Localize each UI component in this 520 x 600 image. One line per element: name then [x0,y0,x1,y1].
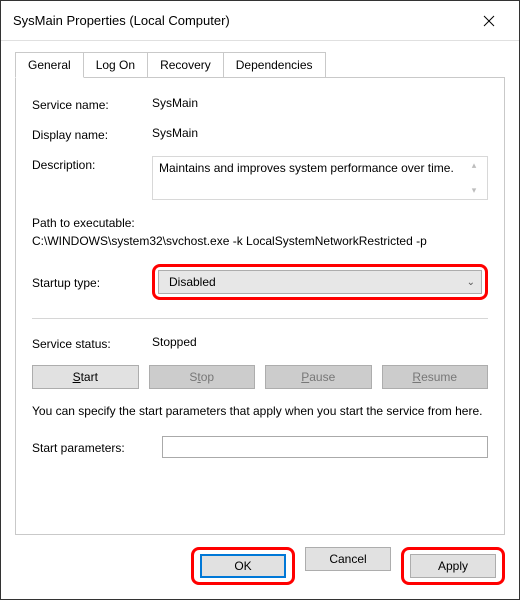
description-scrollbar[interactable]: ▴ ▾ [467,161,481,195]
scroll-up-icon: ▴ [472,161,477,170]
highlight-ok: OK [191,547,295,585]
tab-panel-general: Service name: SysMain Display name: SysM… [15,77,505,535]
close-button[interactable] [469,7,509,35]
close-icon [483,15,495,27]
start-params-note: You can specify the start parameters tha… [32,403,488,420]
divider [32,318,488,319]
start-button[interactable]: Start [32,365,139,389]
tab-logon[interactable]: Log On [83,52,148,78]
apply-button[interactable]: Apply [410,554,496,578]
titlebar: SysMain Properties (Local Computer) [1,1,519,41]
tab-general[interactable]: General [15,52,84,78]
tabstrip: General Log On Recovery Dependencies [15,51,505,77]
label-service-name: Service name: [32,96,152,112]
chevron-down-icon: ⌄ [467,277,475,288]
label-startup-type: Startup type: [32,274,152,290]
startup-type-value: Disabled [169,275,216,289]
window-title: SysMain Properties (Local Computer) [13,13,230,28]
scroll-down-icon: ▾ [472,186,477,195]
value-display-name: SysMain [152,126,488,140]
value-service-status: Stopped [152,335,488,349]
dialog-footer: OK Cancel Apply [15,535,505,599]
label-service-status: Service status: [32,335,152,351]
start-parameters-input[interactable] [162,436,488,458]
ok-button[interactable]: OK [200,554,286,578]
pause-button: Pause [265,365,372,389]
stop-button: Stop [149,365,256,389]
tab-recovery[interactable]: Recovery [147,52,224,78]
description-box: Maintains and improves system performanc… [152,156,488,200]
label-start-parameters: Start parameters: [32,439,162,455]
value-description: Maintains and improves system performanc… [159,161,467,195]
cancel-button[interactable]: Cancel [305,547,391,571]
resume-button: Resume [382,365,489,389]
client-area: General Log On Recovery Dependencies Ser… [1,41,519,599]
label-description: Description: [32,156,152,172]
highlight-startup-type: Disabled ⌄ [152,264,488,300]
startup-type-select[interactable]: Disabled ⌄ [158,270,482,294]
highlight-apply: Apply [401,547,505,585]
label-path: Path to executable: [32,214,488,232]
value-path: C:\WINDOWS\system32\svchost.exe -k Local… [32,232,488,250]
value-service-name: SysMain [152,96,488,110]
label-display-name: Display name: [32,126,152,142]
tab-dependencies[interactable]: Dependencies [223,52,326,78]
